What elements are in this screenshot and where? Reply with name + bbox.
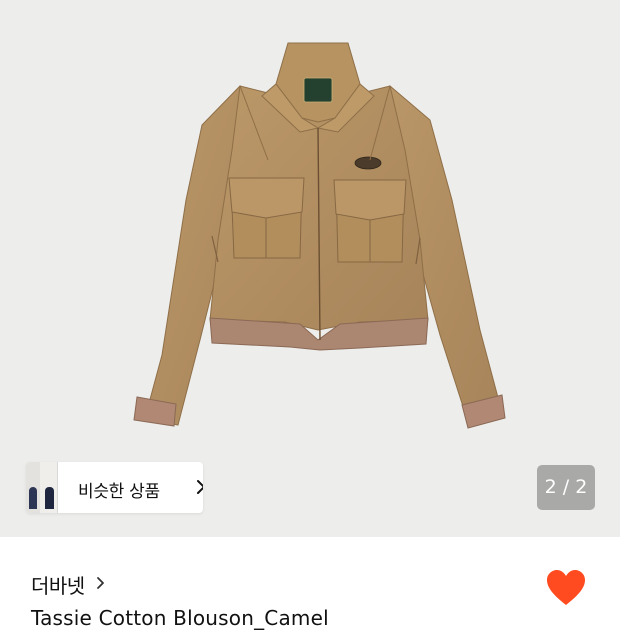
similar-products-button[interactable]: 비슷한 상품	[26, 462, 203, 513]
product-title: Tassie Cotton Blouson_Camel	[31, 606, 329, 630]
product-image-gallery[interactable]: 비슷한 상품 2 / 2	[0, 0, 620, 537]
brand-link[interactable]: 더바넷	[31, 570, 85, 599]
like-button[interactable]	[546, 569, 586, 607]
heart-icon	[547, 570, 585, 605]
similar-product-thumbnail	[26, 462, 41, 513]
similar-products-label: 비슷한 상품	[78, 482, 160, 502]
similar-product-thumbnail	[40, 462, 58, 513]
product-image-jacket	[133, 42, 506, 429]
image-page-counter: 2 / 2	[537, 465, 595, 510]
similar-products-thumbnails	[26, 462, 58, 513]
chevron-right-icon	[197, 480, 203, 494]
chevron-right-icon[interactable]	[96, 576, 105, 590]
